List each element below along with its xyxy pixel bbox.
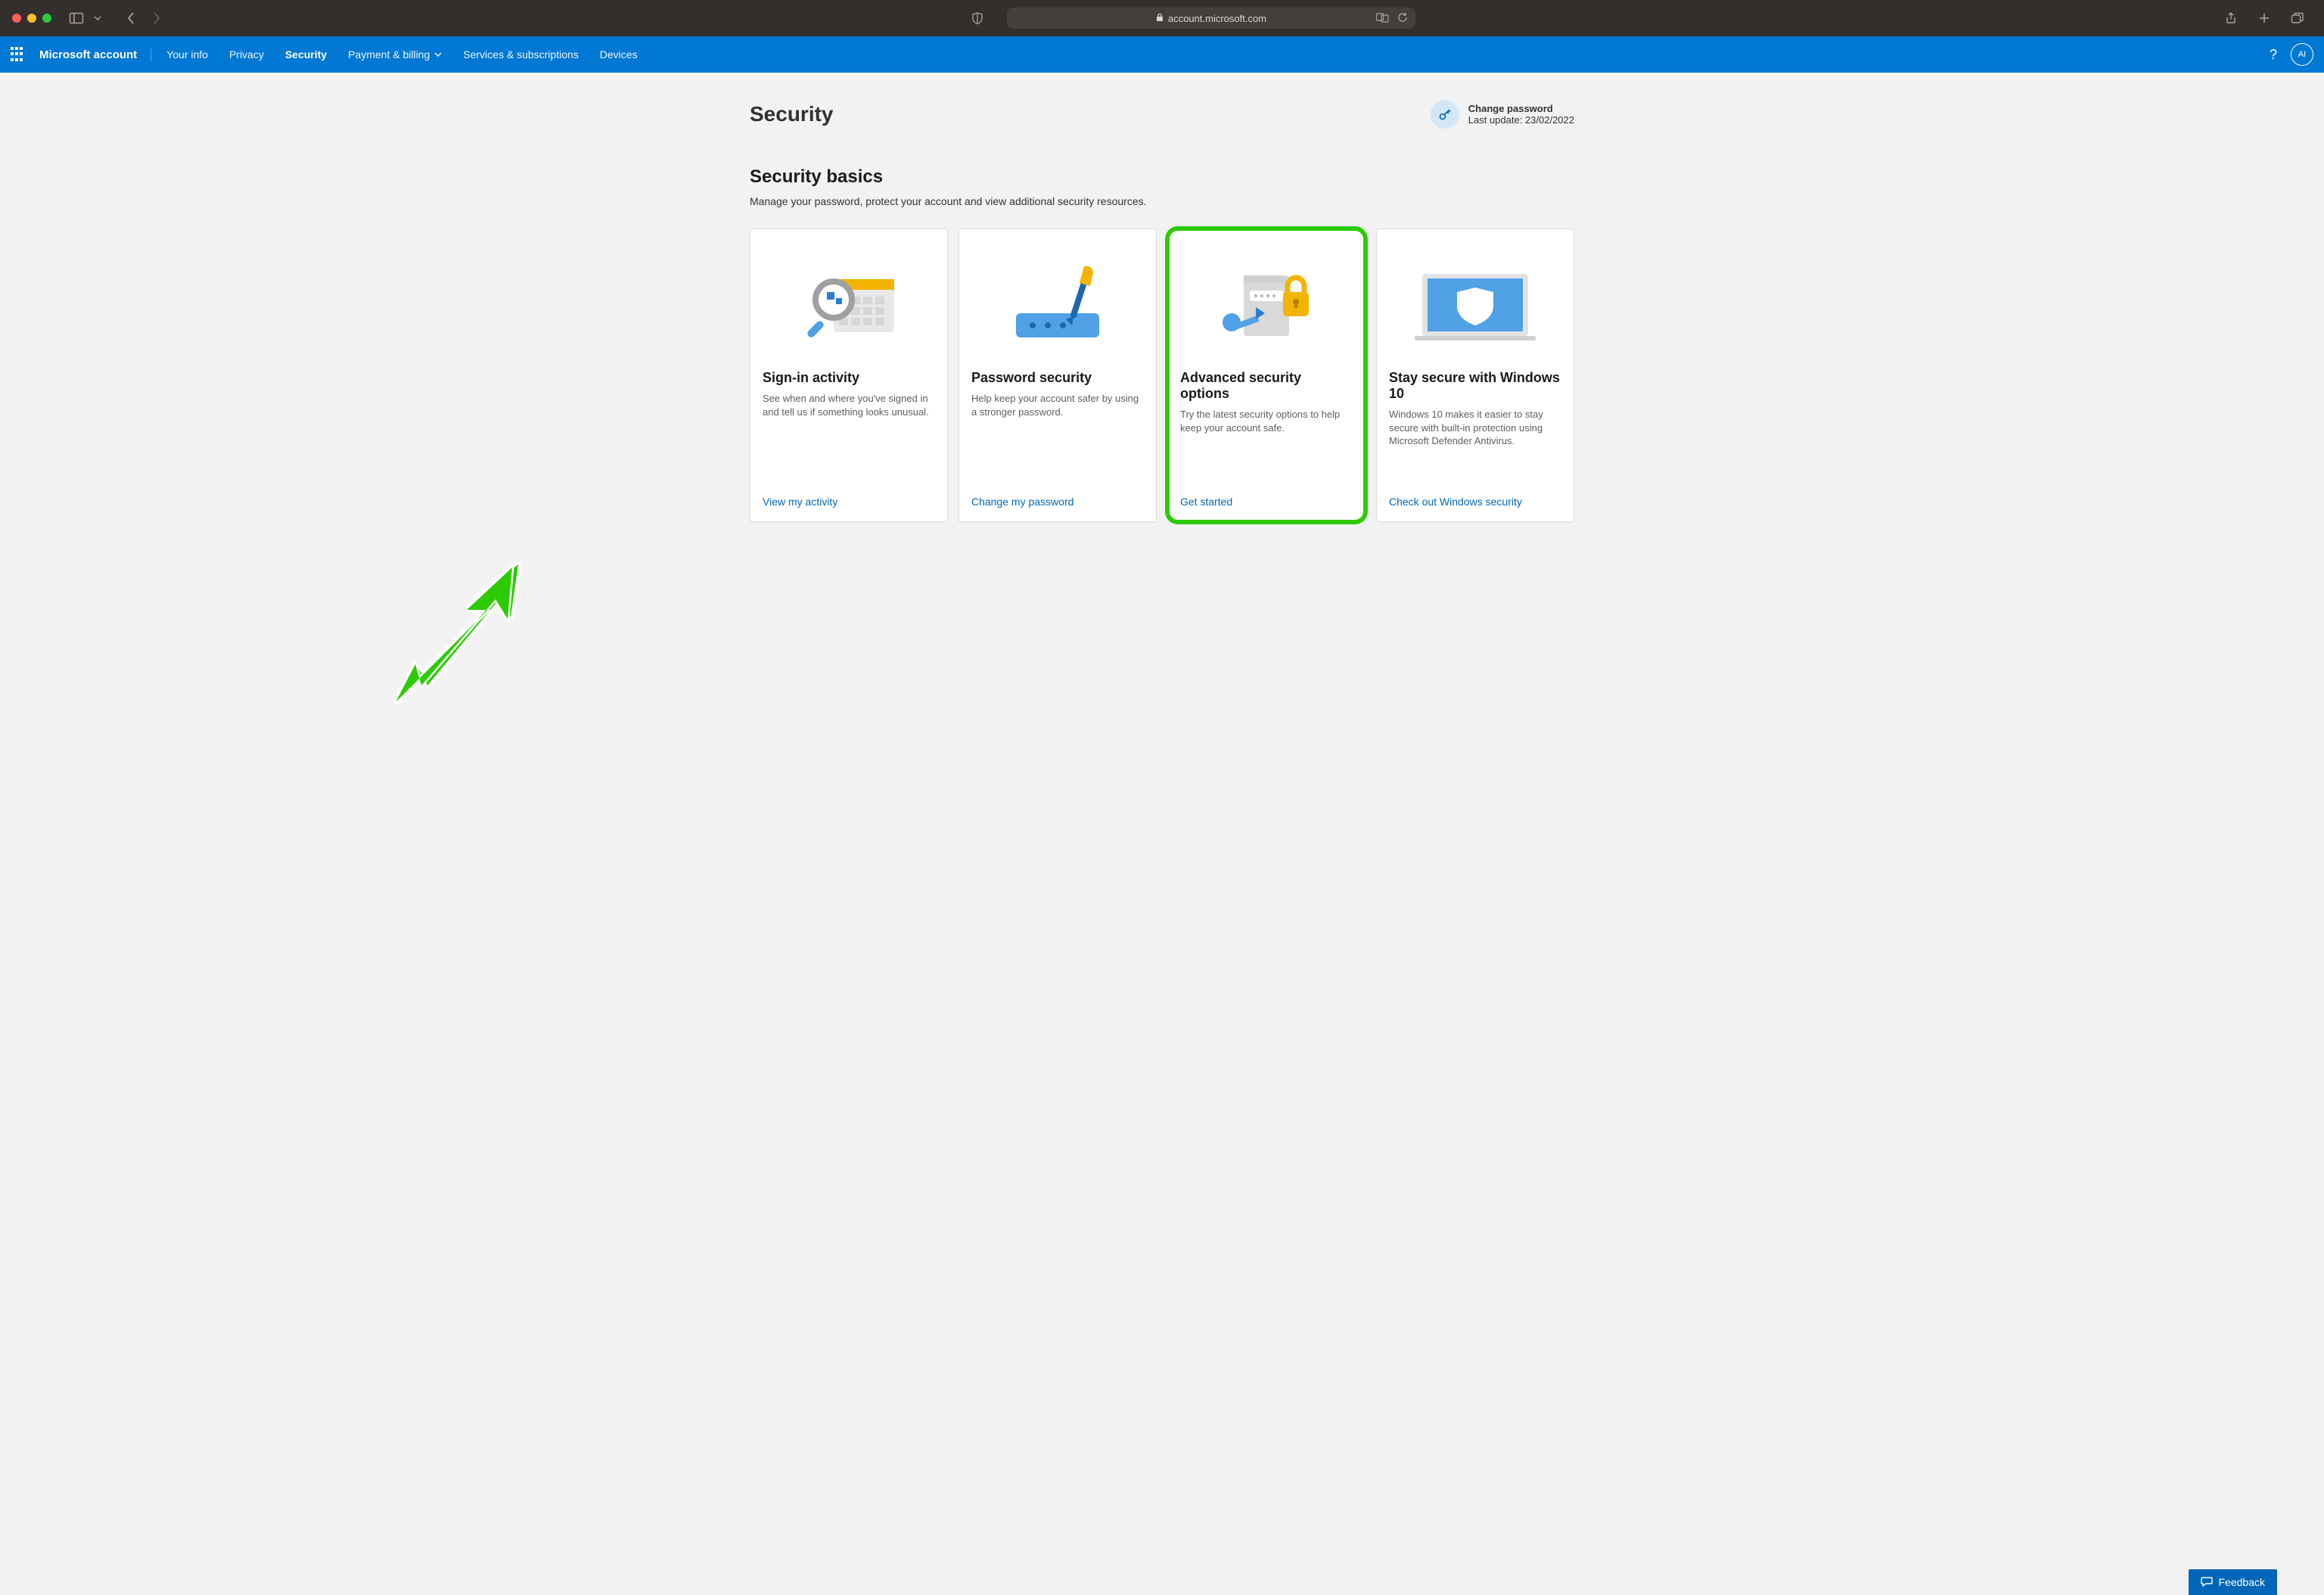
help-icon[interactable]: ?: [2270, 47, 2277, 63]
signin-activity-illustration: [763, 241, 935, 370]
card-cta-view-activity[interactable]: View my activity: [763, 496, 935, 508]
nav-security[interactable]: Security: [275, 36, 337, 73]
key-icon: [1431, 100, 1459, 129]
password-security-illustration: [971, 241, 1144, 370]
change-password-subtitle: Last update: 23/02/2022: [1468, 114, 1574, 126]
browser-toolbar: account.microsoft.com: [0, 0, 2324, 36]
nav-services-subscriptions[interactable]: Services & subscriptions: [452, 36, 589, 73]
minimize-window-button[interactable]: [27, 14, 36, 23]
fullscreen-window-button[interactable]: [42, 14, 51, 23]
brand-title[interactable]: Microsoft account: [39, 48, 151, 61]
reload-icon[interactable]: [1397, 12, 1408, 25]
app-launcher-icon[interactable]: [11, 47, 26, 62]
page-body: Security Change password Last update: 23…: [0, 73, 2324, 1595]
nav-payment-billing[interactable]: Payment & billing: [337, 36, 452, 73]
card-cta-change-password[interactable]: Change my password: [971, 496, 1144, 508]
page-title: Security: [750, 102, 834, 126]
privacy-shield-icon[interactable]: [968, 8, 987, 28]
forward-button[interactable]: [147, 8, 166, 28]
annotation-arrow: [382, 564, 533, 716]
card-title: Password security: [971, 370, 1144, 386]
feedback-label: Feedback: [2219, 1576, 2265, 1588]
translate-icon[interactable]: [1376, 12, 1390, 25]
sidebar-toggle-icon[interactable]: [67, 8, 86, 28]
card-cta-windows-security[interactable]: Check out Windows security: [1389, 496, 1561, 508]
card-desc: Try the latest security options to help …: [1180, 408, 1353, 434]
card-desc: Windows 10 makes it easier to stay secur…: [1389, 408, 1561, 448]
close-window-button[interactable]: [12, 14, 21, 23]
change-password-shortcut[interactable]: Change password Last update: 23/02/2022: [1431, 100, 1574, 129]
nav-devices[interactable]: Devices: [589, 36, 648, 73]
card-title: Stay secure with Windows 10: [1389, 370, 1561, 402]
new-tab-icon[interactable]: [2254, 8, 2274, 28]
card-title: Sign-in activity: [763, 370, 935, 386]
windows-security-illustration: [1389, 241, 1561, 370]
tabs-overview-icon[interactable]: [2288, 8, 2307, 28]
security-cards: Sign-in activity See when and where you'…: [750, 229, 1574, 522]
account-avatar[interactable]: AI: [2291, 43, 2313, 66]
card-advanced-security: Advanced security options Try the latest…: [1167, 229, 1366, 522]
card-windows-security: Stay secure with Windows 10 Windows 10 m…: [1376, 229, 1574, 522]
window-controls: [12, 14, 51, 23]
card-desc: Help keep your account safer by using a …: [971, 392, 1144, 418]
advanced-security-illustration: [1180, 241, 1353, 370]
section-title: Security basics: [750, 166, 1574, 188]
card-password-security: Password security Help keep your account…: [958, 229, 1157, 522]
nav-your-info[interactable]: Your info: [156, 36, 219, 73]
primary-nav: Your info Privacy Security Payment & bil…: [156, 36, 648, 73]
lock-icon: [1156, 13, 1164, 24]
feedback-icon: [2201, 1576, 2213, 1589]
ms-account-header: Microsoft account Your info Privacy Secu…: [0, 36, 2324, 73]
address-bar-text: account.microsoft.com: [1168, 13, 1266, 24]
card-desc: See when and where you've signed in and …: [763, 392, 935, 418]
card-signin-activity: Sign-in activity See when and where you'…: [750, 229, 948, 522]
chevron-down-icon: [434, 51, 442, 59]
nav-privacy[interactable]: Privacy: [219, 36, 275, 73]
card-title: Advanced security options: [1180, 370, 1353, 402]
card-cta-get-started[interactable]: Get started: [1180, 496, 1353, 508]
share-icon[interactable]: [2221, 8, 2241, 28]
address-bar[interactable]: account.microsoft.com: [1007, 8, 1415, 29]
feedback-button[interactable]: Feedback: [2189, 1569, 2277, 1595]
back-button[interactable]: [121, 8, 141, 28]
change-password-title: Change password: [1468, 103, 1574, 114]
chevron-down-icon[interactable]: [88, 8, 107, 28]
section-subtitle: Manage your password, protect your accou…: [750, 195, 1574, 207]
